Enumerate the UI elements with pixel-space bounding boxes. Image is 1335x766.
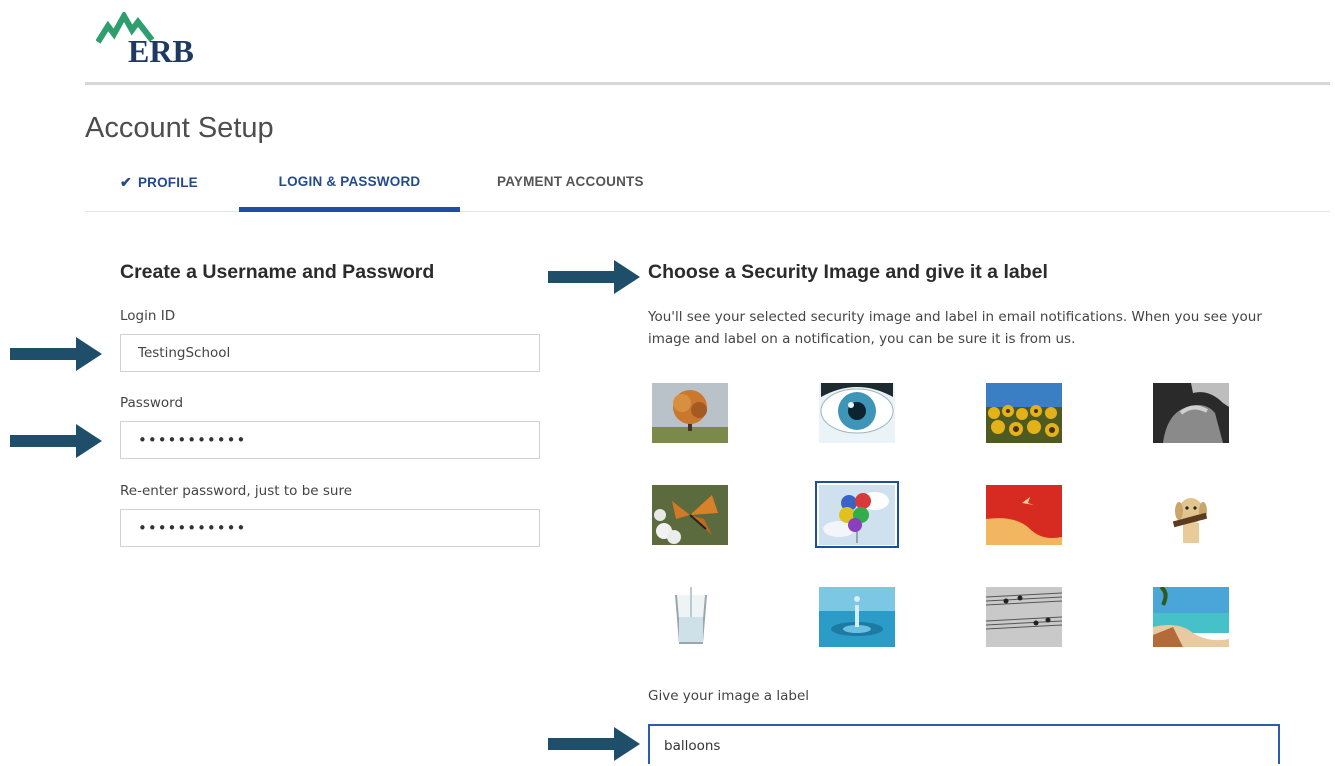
security-image-water-glass[interactable]: [652, 587, 728, 647]
login-id-label: Login ID: [120, 308, 176, 324]
login-id-input[interactable]: TestingSchool: [120, 334, 540, 372]
security-image-hands[interactable]: [1153, 383, 1229, 443]
tab-profile[interactable]: ✔ PROFILE: [120, 165, 198, 209]
password-input[interactable]: •••••••••••: [120, 421, 540, 459]
security-description: You'll see your selected security image …: [648, 309, 1262, 347]
logo-text: ERB: [128, 33, 194, 69]
security-image-beach[interactable]: [1153, 587, 1229, 647]
tab-login-password[interactable]: LOGIN & PASSWORD: [239, 165, 460, 212]
image-label-input[interactable]: balloons: [648, 724, 1280, 764]
security-image-butterfly[interactable]: [652, 485, 728, 545]
header-divider: [85, 82, 1330, 85]
tab-label: LOGIN & PASSWORD: [278, 174, 421, 189]
reenter-password-input[interactable]: •••••••••••: [120, 509, 540, 547]
security-image-blue-eye[interactable]: [819, 383, 895, 443]
security-image-water-drop[interactable]: [819, 587, 895, 647]
setup-tabs: ✔ PROFILE LOGIN & PASSWORD PAYMENT ACCOUN…: [85, 165, 1330, 212]
security-image-sheet-music[interactable]: [986, 587, 1062, 647]
arrow-right-icon: [10, 424, 102, 458]
arrow-right-icon: [548, 260, 640, 294]
security-image-sunflowers[interactable]: [986, 383, 1062, 443]
credentials-heading: Create a Username and Password: [120, 261, 435, 283]
erb-logo[interactable]: ERB: [96, 12, 216, 68]
arrow-right-icon: [10, 337, 102, 371]
arrow-right-icon: [548, 727, 640, 761]
checkmark-icon: ✔: [120, 174, 132, 190]
image-label-prompt: Give your image a label: [648, 688, 809, 704]
security-heading: Choose a Security Image and give it a la…: [648, 261, 1048, 283]
reenter-password-label: Re-enter password, just to be sure: [120, 483, 353, 499]
security-image-dog-with-stick[interactable]: [1153, 485, 1229, 545]
tab-label: PAYMENT ACCOUNTS: [497, 174, 644, 189]
security-image-balloons[interactable]: [819, 485, 895, 545]
tab-label: PROFILE: [137, 175, 198, 190]
security-image-red-bird-art[interactable]: [986, 485, 1062, 545]
password-label: Password: [120, 395, 184, 411]
security-image-autumn-tree[interactable]: [652, 383, 728, 443]
page-title: Account Setup: [85, 112, 274, 144]
tab-payment-accounts[interactable]: PAYMENT ACCOUNTS: [497, 165, 644, 209]
